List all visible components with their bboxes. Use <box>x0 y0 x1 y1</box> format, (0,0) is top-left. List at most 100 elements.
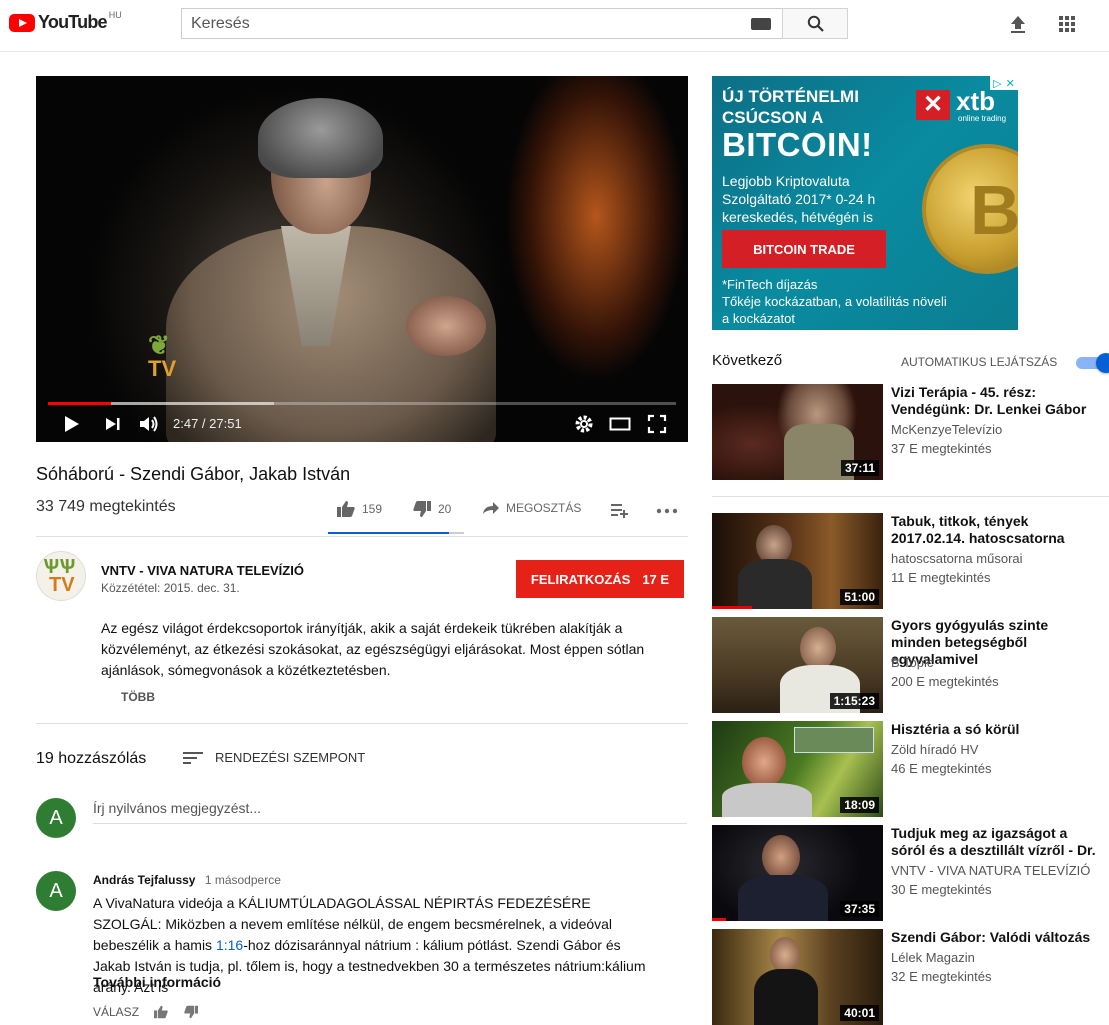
search-box <box>181 8 783 39</box>
video-title[interactable]: Szendi Gábor: Valódi változás <box>891 929 1101 946</box>
related-video[interactable]: 1:15:23 Gyors gyógyulás szinte minden be… <box>712 617 1109 713</box>
play-icon[interactable] <box>64 414 80 434</box>
show-more-button[interactable]: TÖBB <box>121 690 155 704</box>
channel-watermark: ❦ TV <box>148 330 177 381</box>
ad-description: Legjobb Kriptovaluta Szolgáltató 2017* 0… <box>722 172 875 226</box>
ad-foot-line: Tőkéje kockázatban, a volatilitás növeli <box>722 294 947 309</box>
ad-headline-line: CSÚCSON A <box>722 108 824 127</box>
comment-author-initial: A <box>49 879 63 902</box>
thumb-person-head <box>770 937 800 973</box>
settings-gear-icon[interactable] <box>574 414 594 434</box>
thumb-person-body <box>722 783 812 817</box>
upload-icon[interactable] <box>1007 13 1029 35</box>
display-ad[interactable]: B ▷ ✕ ✕ xtb online trading ÚJ TÖRTÉNELMI … <box>712 76 1018 330</box>
share-arrow-icon <box>483 502 499 514</box>
played-bar <box>48 402 111 405</box>
video-thumbnail[interactable]: 40:01 <box>712 929 883 1025</box>
xtb-logo: ✕ xtb online trading <box>916 86 1016 123</box>
thumb-person-body <box>754 969 818 1025</box>
next-icon[interactable] <box>104 414 122 434</box>
autoplay-toggle[interactable] <box>1076 353 1109 373</box>
video-channel: hatoscsatorna műsorai <box>891 551 1023 566</box>
search-button[interactable] <box>782 8 848 39</box>
dislike-button[interactable]: 20 <box>412 500 451 518</box>
video-views: 200 E megtekintés <box>891 674 999 689</box>
thumb-person-head <box>742 737 786 787</box>
video-title[interactable]: Tabuk, titkok, tények 2017.02.14. hatosc… <box>891 513 1101 547</box>
subscribe-label: FELIRATKOZÁS <box>530 571 631 587</box>
comment-dislike-icon[interactable] <box>183 1005 199 1019</box>
theater-mode-icon[interactable] <box>609 414 631 434</box>
video-views: 11 E megtekintés <box>891 570 991 585</box>
more-actions-icon[interactable] <box>656 508 678 514</box>
video-thumbnail[interactable]: 37:11 <box>712 384 883 480</box>
ad-headline: ÚJ TÖRTÉNELMI CSÚCSON A <box>722 86 859 128</box>
video-thumbnail[interactable]: 18:09 <box>712 721 883 817</box>
related-video[interactable]: 18:09 Hisztéria a só körül Zöld híradó H… <box>712 721 1109 817</box>
fullscreen-icon[interactable] <box>647 414 667 434</box>
search-input[interactable] <box>189 13 729 34</box>
like-ratio-bar <box>328 532 450 534</box>
comment-timestamp-link[interactable]: 1:16 <box>216 937 243 953</box>
video-thumbnail[interactable]: 1:15:23 <box>712 617 883 713</box>
video-thumbnail[interactable]: 37:35 <box>712 825 883 921</box>
video-player[interactable]: ❦ TV 2:47 / 27:51 <box>36 76 688 442</box>
video-title[interactable]: Vizi Terápia - 45. rész: Vendégünk: Dr. … <box>891 384 1101 418</box>
read-more-link[interactable]: További információ <box>93 974 221 990</box>
like-count: 159 <box>362 502 383 516</box>
video-views: 30 E megtekintés <box>891 882 992 897</box>
dislike-count: 20 <box>438 502 452 516</box>
video-duration: 40:01 <box>840 1005 879 1021</box>
ad-cta-button[interactable]: BITCOIN TRADE <box>722 230 886 268</box>
xtb-x-icon: ✕ <box>916 90 950 120</box>
video-description: Az egész világot érdekcsoportok irányítj… <box>101 620 645 678</box>
ad-big-text: BITCOIN! <box>722 126 873 163</box>
ad-footer: *FinTech díjazás Tőkéje kockázatban, a v… <box>722 276 947 327</box>
share-button[interactable]: MEGOSZTÁS <box>482 500 581 516</box>
video-thumbnail[interactable]: 51:00 <box>712 513 883 609</box>
up-next-video[interactable]: 37:11 Vizi Terápia - 45. rész: Vendégünk… <box>712 384 1109 480</box>
video-title[interactable]: Tudjuk meg az igazságot a sóról és a des… <box>891 825 1101 859</box>
thumb-person-head <box>762 835 800 879</box>
sort-comments-button[interactable]: RENDEZÉSI SZEMPONT <box>183 750 365 765</box>
comment-like-icon[interactable] <box>153 1005 169 1019</box>
video-title[interactable]: Hisztéria a só körül <box>891 721 1101 738</box>
apps-grid-icon[interactable] <box>1056 13 1078 35</box>
channel-avatar[interactable]: ѰѰ TV <box>36 551 86 601</box>
video-views: 37 E megtekintés <box>891 441 992 456</box>
related-video[interactable]: 40:01 Szendi Gábor: Valódi változás Léle… <box>712 929 1109 1025</box>
progress-bar[interactable] <box>48 402 676 405</box>
thumbs-down-icon <box>413 501 431 517</box>
comment-time[interactable]: 1 másodperce <box>205 873 281 887</box>
ad-headline-line: ÚJ TÖRTÉNELMI <box>722 87 859 106</box>
comment-author-name[interactable]: András Tejfalussy <box>93 873 195 887</box>
volume-icon[interactable] <box>138 414 160 434</box>
video-duration: 18:09 <box>840 797 879 813</box>
related-video[interactable]: 37:35 Tudjuk meg az igazságot a sóról és… <box>712 825 1109 921</box>
sentiment-bar <box>328 532 464 534</box>
video-views: 46 E megtekintés <box>891 761 992 776</box>
comment-count: 19 hozzászólás <box>36 750 147 767</box>
keyboard-icon[interactable] <box>751 18 771 30</box>
channel-name[interactable]: VNTV - VIVA NATURA TELEVÍZIÓ <box>101 563 304 578</box>
comment-author-avatar[interactable]: A <box>36 871 76 911</box>
thumbs-up-icon <box>337 501 355 517</box>
share-label: MEGOSZTÁS <box>506 501 582 515</box>
subscribe-button[interactable]: FELIRATKOZÁS 17 E <box>516 560 684 598</box>
region-code: HU <box>108 9 122 20</box>
video-channel: VNTV - VIVA NATURA TELEVÍZIÓ <box>891 863 1091 878</box>
publish-date: Közzététel: 2015. dec. 31. <box>101 581 240 595</box>
youtube-logo[interactable]: YouTube HU <box>9 9 122 33</box>
add-comment-input[interactable]: Írj nyilvános megjegyzést... <box>93 800 687 824</box>
video-channel: Lélek Magazin <box>891 950 975 965</box>
divider <box>36 536 688 537</box>
related-video[interactable]: 51:00 Tabuk, titkok, tények 2017.02.14. … <box>712 513 1109 609</box>
thumb-person-body <box>738 875 828 921</box>
like-button[interactable]: 159 <box>336 500 382 518</box>
reply-button[interactable]: VÁLASZ <box>93 1005 139 1019</box>
time-display: 2:47 / 27:51 <box>173 416 242 431</box>
add-to-playlist-icon[interactable] <box>610 502 630 518</box>
bitcoin-coin-image: B <box>922 144 1018 274</box>
ad-foot-line: a kockázatot <box>722 311 795 326</box>
video-title: Sóháború - Szendi Gábor, Jakab István <box>36 464 351 484</box>
